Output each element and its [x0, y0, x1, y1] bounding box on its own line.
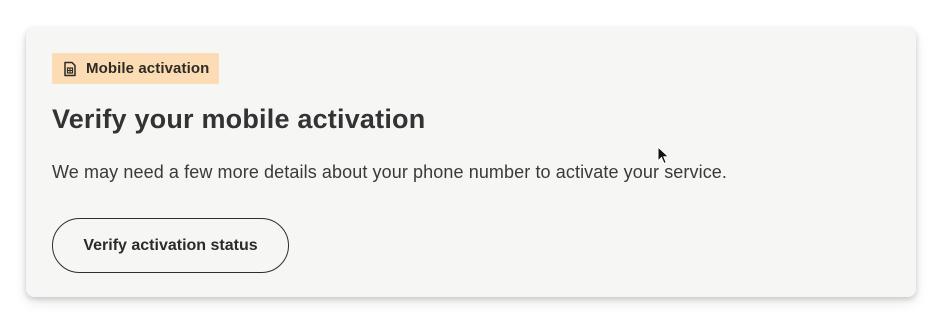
sim-card-icon	[62, 61, 78, 77]
page: Mobile activation Verify your mobile act…	[0, 0, 942, 324]
card-description: We may need a few more details about you…	[52, 162, 728, 182]
verify-activation-status-button[interactable]: Verify activation status	[52, 218, 289, 273]
mobile-activation-card: Mobile activation Verify your mobile act…	[26, 28, 916, 297]
badge-label: Mobile activation	[86, 60, 210, 77]
mouse-pointer-icon	[657, 145, 671, 166]
mobile-activation-badge: Mobile activation	[52, 53, 220, 84]
card-title: Verify your mobile activation	[52, 104, 426, 134]
